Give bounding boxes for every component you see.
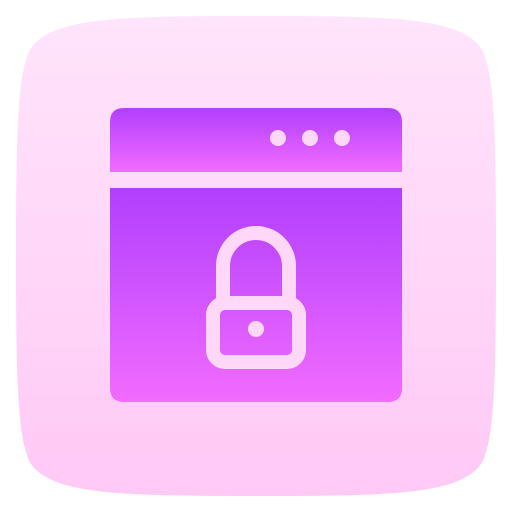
app-icon — [0, 0, 512, 512]
window-dot — [302, 130, 318, 146]
browser-window-body — [110, 188, 402, 402]
window-dot — [334, 130, 350, 146]
secure-browser-lock-icon — [16, 16, 496, 496]
window-dot — [270, 130, 286, 146]
window-dots-icon — [270, 130, 350, 146]
browser-title-bar — [110, 108, 402, 172]
padlock-keyhole — [248, 321, 264, 337]
